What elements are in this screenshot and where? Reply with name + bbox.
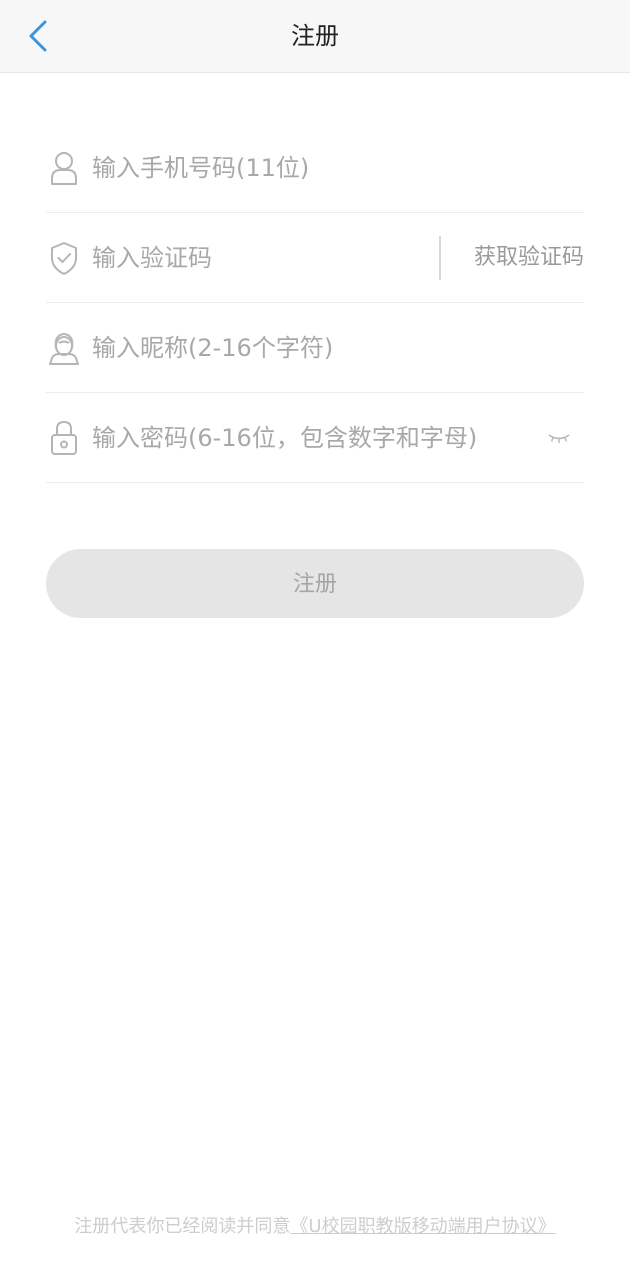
agreement-text: 注册代表你已经阅读并同意《U校园职教版移动端用户协议》: [0, 1212, 630, 1238]
nickname-input[interactable]: [92, 303, 572, 393]
verification-code-input[interactable]: [92, 213, 422, 303]
eye-closed-icon: [548, 433, 570, 443]
password-field: [46, 393, 584, 483]
phone-field: [46, 123, 584, 213]
nickname-field: [46, 303, 584, 393]
avatar-icon: [48, 329, 80, 367]
password-input[interactable]: [92, 393, 532, 483]
agreement-prefix: 注册代表你已经阅读并同意: [74, 1216, 291, 1237]
user-agreement-link[interactable]: 《U校园职教版移动端用户协议》: [290, 1216, 555, 1237]
user-icon: [48, 149, 80, 187]
password-visibility-toggle[interactable]: [546, 428, 572, 448]
register-button[interactable]: 注册: [46, 549, 584, 618]
phone-input[interactable]: [92, 123, 572, 213]
shield-check-icon: [48, 239, 80, 277]
page-title: 注册: [291, 22, 339, 50]
divider: [439, 236, 441, 280]
top-bar: 注册: [0, 0, 630, 73]
get-code-button[interactable]: 获取验证码: [474, 213, 584, 303]
lock-icon: [48, 419, 80, 457]
verification-code-field: 获取验证码: [46, 213, 584, 303]
